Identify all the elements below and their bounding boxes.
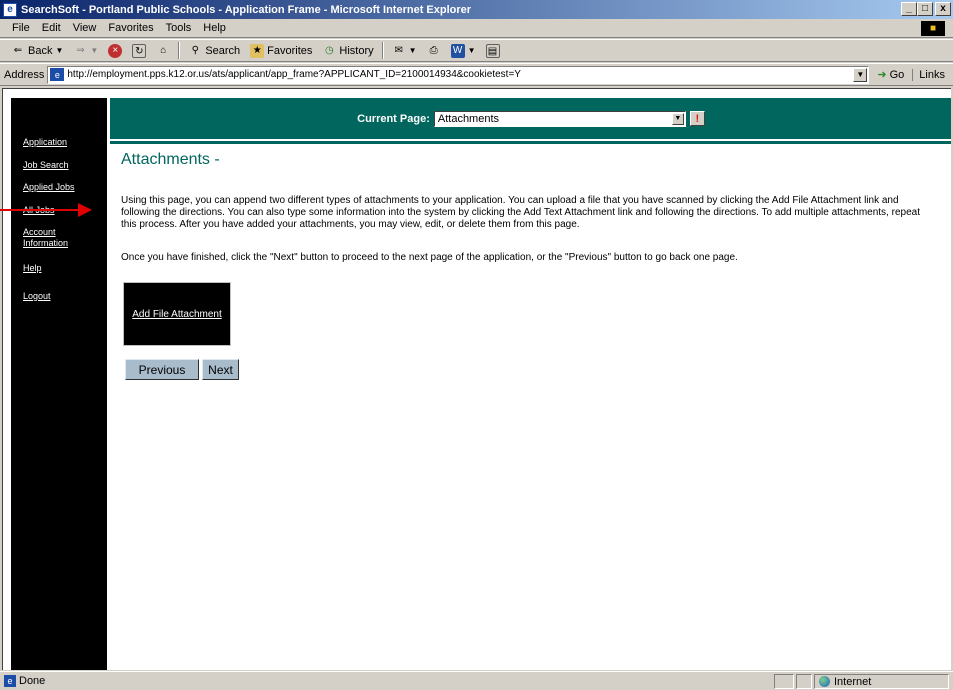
history-icon: ◷: [325, 44, 334, 56]
next-button[interactable]: Next: [202, 359, 239, 380]
close-button[interactable]: x: [935, 2, 951, 16]
chevron-down-icon: ▼: [671, 112, 684, 125]
stop-icon: ×: [108, 43, 123, 58]
search-label: Search: [205, 44, 241, 57]
status-text-wrap: e Done: [4, 675, 45, 687]
nav-account-information[interactable]: Account Information: [23, 227, 68, 249]
mail-button[interactable]: ✉ ▼: [387, 44, 422, 58]
status-bar: e Done Internet: [0, 671, 953, 690]
globe-icon: [819, 676, 830, 687]
title-bar: e SearchSoft - Portland Public Schools -…: [0, 0, 953, 19]
nav-applied-jobs[interactable]: Applied Jobs: [23, 182, 75, 193]
go-arrow-icon: ➜: [877, 69, 887, 81]
back-dropdown-icon[interactable]: ▼: [55, 46, 63, 55]
status-cell: [796, 674, 812, 689]
stop-button[interactable]: ×: [103, 43, 127, 58]
links-button[interactable]: Links: [912, 68, 945, 81]
menu-file[interactable]: File: [6, 22, 36, 34]
mail-dropdown-icon[interactable]: ▼: [409, 46, 417, 55]
forward-button[interactable]: ⇒ ▼: [68, 44, 103, 58]
menu-edit[interactable]: Edit: [36, 22, 67, 34]
annotation-arrow-icon: [0, 203, 92, 217]
search-button[interactable]: ⚲ Search: [183, 44, 245, 58]
zone-label: Internet: [834, 675, 872, 688]
window-controls: _ □ x: [901, 2, 951, 16]
security-zone: Internet: [814, 674, 949, 689]
refresh-button[interactable]: ↻: [127, 43, 151, 58]
minimize-button[interactable]: _: [901, 2, 917, 16]
window-title: SearchSoft - Portland Public Schools - A…: [21, 3, 472, 16]
forward-arrow-icon: ⇒: [76, 44, 85, 56]
nav-account-line2: Information: [23, 238, 69, 248]
menu-tools[interactable]: Tools: [160, 22, 198, 34]
page-title: Attachments -: [121, 151, 220, 168]
mail-icon: ✉: [394, 44, 403, 56]
toolbar-separator: [178, 42, 181, 59]
nav-logout[interactable]: Logout: [23, 291, 51, 302]
menu-bar: File Edit View Favorites Tools Help: [0, 19, 953, 38]
refresh-icon: ↻: [132, 43, 147, 58]
favorites-label: Favorites: [267, 44, 313, 57]
edit-button[interactable]: W ▼: [446, 43, 481, 58]
nav-application[interactable]: Application: [23, 137, 67, 148]
go-label: Go: [889, 68, 905, 81]
current-page-label: Current Page:: [357, 112, 430, 125]
browser-window: e SearchSoft - Portland Public Schools -…: [0, 0, 953, 690]
nav-job-search[interactable]: Job Search: [23, 160, 69, 171]
status-cell: [774, 674, 794, 689]
current-page-value: Attachments: [437, 112, 500, 125]
address-input[interactable]: e http://employment.pps.k12.or.us/ats/ap…: [47, 65, 870, 84]
toolbar-separator: [381, 42, 384, 59]
address-dropdown-icon[interactable]: ▼: [853, 67, 868, 82]
current-page-go-button[interactable]: !: [689, 111, 705, 126]
windows-logo-icon: ■: [921, 21, 945, 36]
nav-help[interactable]: Help: [23, 263, 42, 274]
add-file-attachment-link[interactable]: Add File Attachment: [132, 309, 222, 320]
back-button[interactable]: ⇐ Back ▼: [6, 44, 68, 58]
favorites-button[interactable]: ★ Favorites: [245, 43, 317, 58]
word-icon: W: [450, 43, 465, 58]
intro-paragraph: Using this page, you can append two diff…: [121, 195, 920, 230]
current-page-select[interactable]: Attachments ▼: [433, 110, 686, 127]
address-bar: Address e http://employment.pps.k12.or.u…: [0, 63, 953, 86]
menu-view[interactable]: View: [67, 22, 103, 34]
menu-favorites[interactable]: Favorites: [102, 22, 159, 34]
edit-dropdown-icon[interactable]: ▼: [468, 46, 476, 55]
favorites-icon: ★: [250, 43, 265, 58]
menu-help[interactable]: Help: [197, 22, 232, 34]
toolbar: ⇐ Back ▼ ⇒ ▼ × ↻ ⌂ ⚲ Search ★ Favorites …: [0, 39, 953, 62]
page-viewport: Application Job Search Applied Jobs All …: [2, 88, 951, 670]
home-button[interactable]: ⌂: [151, 44, 175, 58]
search-icon: ⚲: [191, 44, 199, 56]
ie-page-icon: e: [3, 2, 17, 17]
status-text: Done: [19, 675, 46, 687]
go-button[interactable]: ➜ Go: [877, 68, 905, 82]
home-icon: ⌂: [160, 44, 167, 56]
discuss-button[interactable]: ▤: [481, 43, 505, 58]
add-file-attachment-box: Add File Attachment: [123, 282, 231, 346]
discuss-icon: ▤: [485, 43, 500, 58]
instruction-paragraph: Once you have finished, click the "Next"…: [121, 252, 738, 263]
back-label: Back: [28, 44, 53, 57]
banner-divider: [110, 141, 951, 144]
forward-dropdown-icon[interactable]: ▼: [90, 46, 98, 55]
sidebar-nav: Application Job Search Applied Jobs All …: [11, 98, 107, 670]
maximize-button[interactable]: □: [917, 2, 933, 16]
back-arrow-icon: ⇐: [13, 44, 23, 56]
previous-button[interactable]: Previous: [125, 359, 199, 380]
print-icon: ⎙: [429, 44, 438, 56]
page-icon: e: [50, 68, 65, 81]
nav-account-line1: Account: [23, 227, 56, 237]
address-label: Address: [4, 68, 45, 81]
history-button[interactable]: ◷ History: [317, 44, 378, 58]
address-url: http://employment.pps.k12.or.us/ats/appl…: [67, 69, 521, 80]
history-label: History: [339, 44, 374, 57]
print-button[interactable]: ⎙: [422, 44, 446, 58]
status-page-icon: e: [4, 675, 16, 687]
current-page-banner: Current Page: Attachments ▼ !: [110, 98, 951, 139]
